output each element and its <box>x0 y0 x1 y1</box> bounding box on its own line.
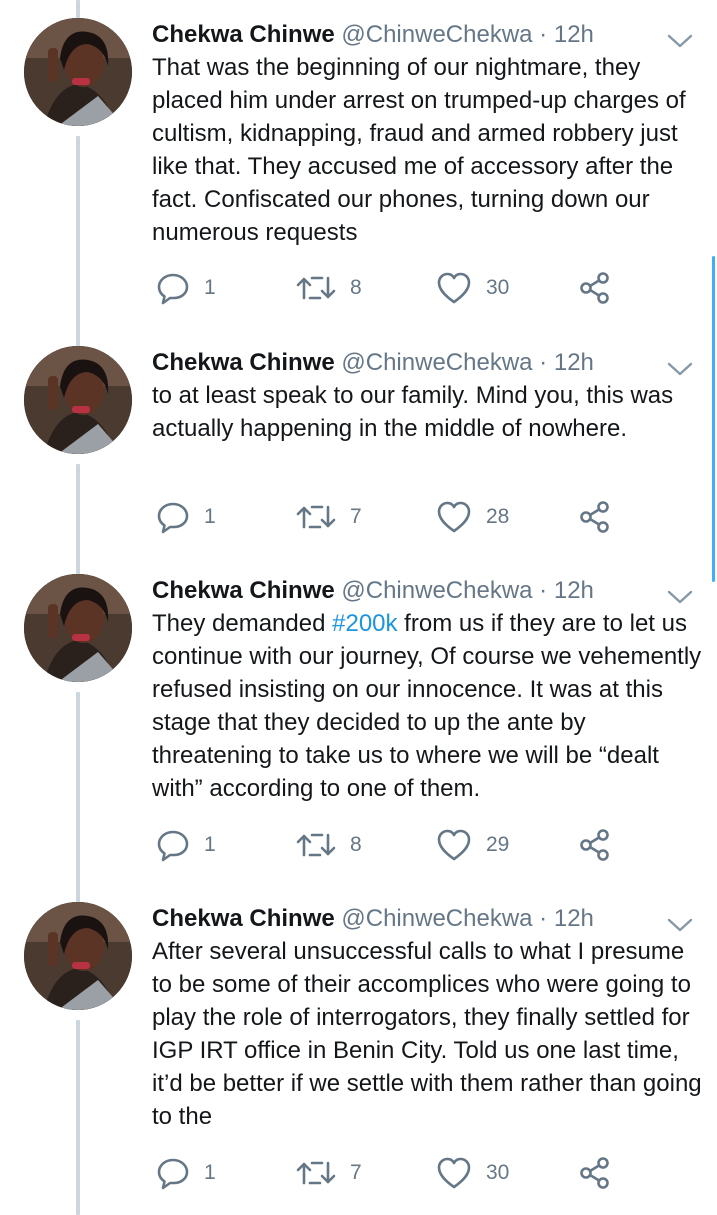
tweet-text: After several unsuccessful calls to what… <box>152 938 709 1130</box>
reply-count: 1 <box>204 505 216 528</box>
timestamp[interactable]: 12h <box>554 905 594 932</box>
tweet[interactable]: Chekwa Chinwe @ChinweChekwa · 12h They d… <box>0 574 717 874</box>
tweet-text: They demanded #200k from us if they are … <box>152 607 702 805</box>
avatar[interactable] <box>24 18 132 126</box>
heart-icon <box>437 501 471 533</box>
like-count: 29 <box>486 833 510 856</box>
share-button[interactable] <box>578 497 612 537</box>
share-icon <box>580 1157 609 1189</box>
retweet-count: 7 <box>350 1161 362 1184</box>
retweet-button[interactable]: 8 <box>296 268 362 308</box>
separator-dot: · <box>539 577 548 604</box>
separator-dot: · <box>539 349 548 376</box>
chevron-down-icon[interactable] <box>666 588 694 606</box>
like-count: 30 <box>486 1161 510 1184</box>
tweet-text: That was the beginning of our nightmare,… <box>152 54 693 246</box>
tweet-text: to at least speak to our family. Mind yo… <box>152 382 680 442</box>
tweet[interactable]: Chekwa Chinwe @ChinweChekwa · 12h to at … <box>0 346 717 546</box>
timestamp[interactable]: 12h <box>554 21 594 48</box>
reply-count: 1 <box>204 833 216 856</box>
retweet-icon <box>296 833 336 857</box>
share-icon <box>580 829 609 861</box>
reply-icon <box>157 502 189 534</box>
like-count: 30 <box>486 276 510 299</box>
chevron-down-icon[interactable] <box>666 360 694 378</box>
author-name[interactable]: Chekwa Chinwe <box>152 577 335 604</box>
chevron-down-icon[interactable] <box>666 32 694 50</box>
reply-count: 1 <box>204 1161 216 1184</box>
author-handle[interactable]: @ChinweChekwa <box>341 577 532 604</box>
avatar[interactable] <box>24 902 132 1010</box>
author-name[interactable]: Chekwa Chinwe <box>152 21 335 48</box>
author-name[interactable]: Chekwa Chinwe <box>152 349 335 376</box>
reply-button[interactable]: 1 <box>156 825 216 865</box>
share-icon <box>580 272 609 304</box>
share-button[interactable] <box>578 1153 612 1193</box>
reply-icon <box>157 1158 189 1190</box>
tweet[interactable]: Chekwa Chinwe @ChinweChekwa · 12h After … <box>0 902 717 1202</box>
heart-icon <box>437 829 471 861</box>
hashtag-link[interactable]: #200k <box>332 610 397 637</box>
reply-button[interactable]: 1 <box>156 497 216 537</box>
action-bar: 1 8 29 <box>0 825 717 865</box>
like-button[interactable]: 30 <box>436 268 509 308</box>
like-button[interactable]: 29 <box>436 825 509 865</box>
author-handle[interactable]: @ChinweChekwa <box>341 905 532 932</box>
retweet-icon <box>296 1161 336 1185</box>
tweet-header: Chekwa Chinwe @ChinweChekwa · 12h <box>152 18 594 52</box>
tweet-header: Chekwa Chinwe @ChinweChekwa · 12h <box>152 346 594 380</box>
timestamp[interactable]: 12h <box>554 577 594 604</box>
retweet-icon <box>296 505 336 529</box>
reply-button[interactable]: 1 <box>156 268 216 308</box>
author-name[interactable]: Chekwa Chinwe <box>152 905 335 932</box>
separator-dot: · <box>539 21 548 48</box>
retweet-button[interactable]: 7 <box>296 497 362 537</box>
share-icon <box>580 501 609 533</box>
retweet-count: 8 <box>350 276 362 299</box>
like-count: 28 <box>486 505 510 528</box>
author-handle[interactable]: @ChinweChekwa <box>341 349 532 376</box>
tweet-header: Chekwa Chinwe @ChinweChekwa · 12h <box>152 902 594 936</box>
heart-icon <box>437 1157 471 1189</box>
tweet-text-part: They demanded <box>152 610 333 637</box>
action-bar: 1 8 30 <box>0 268 717 308</box>
retweet-icon <box>296 276 336 300</box>
action-bar: 1 7 28 <box>0 497 717 537</box>
tweet[interactable]: Chekwa Chinwe @ChinweChekwa · 12h That w… <box>0 18 717 318</box>
chevron-down-icon[interactable] <box>666 916 694 934</box>
timestamp[interactable]: 12h <box>554 349 594 376</box>
share-button[interactable] <box>578 268 612 308</box>
reply-button[interactable]: 1 <box>156 1153 216 1193</box>
separator-dot: · <box>539 905 548 932</box>
heart-icon <box>437 272 471 304</box>
avatar[interactable] <box>24 346 132 454</box>
retweet-button[interactable]: 7 <box>296 1153 362 1193</box>
reply-icon <box>157 830 189 862</box>
tweet-header: Chekwa Chinwe @ChinweChekwa · 12h <box>152 574 594 608</box>
reply-count: 1 <box>204 276 216 299</box>
avatar[interactable] <box>24 574 132 682</box>
share-button[interactable] <box>578 825 612 865</box>
like-button[interactable]: 28 <box>436 497 509 537</box>
retweet-count: 8 <box>350 833 362 856</box>
tweet-text-part: from us if they are to let us continue w… <box>152 610 708 802</box>
retweet-button[interactable]: 8 <box>296 825 362 865</box>
thread-line <box>76 0 80 18</box>
retweet-count: 7 <box>350 505 362 528</box>
author-handle[interactable]: @ChinweChekwa <box>341 21 532 48</box>
action-bar: 1 7 30 <box>0 1153 717 1193</box>
reply-icon <box>157 273 189 305</box>
like-button[interactable]: 30 <box>436 1153 509 1193</box>
